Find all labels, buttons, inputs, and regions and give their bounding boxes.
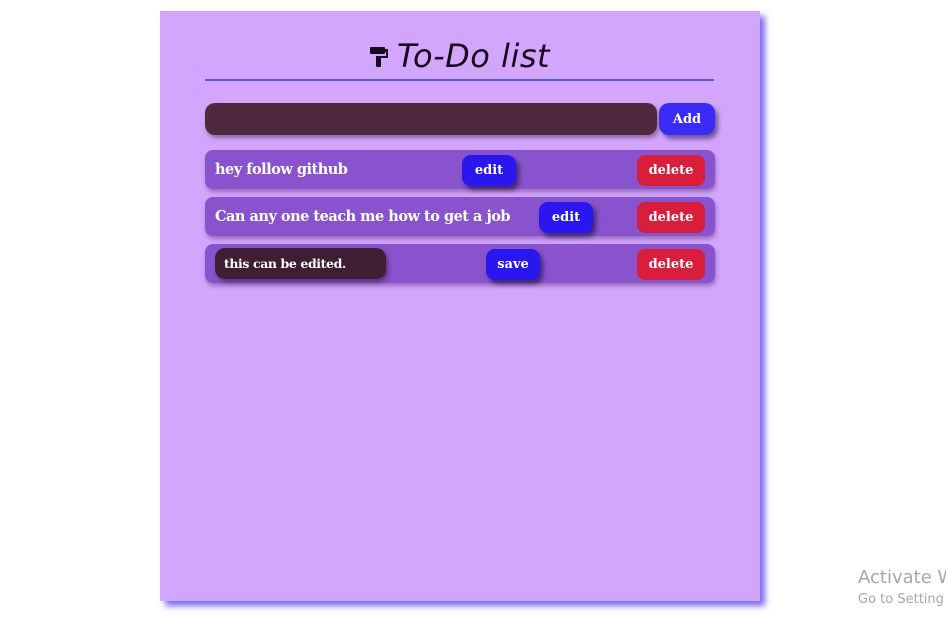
activation-watermark: Activate W Go to Setting [858, 566, 946, 610]
todo-list: hey follow github edit delete Can any on… [205, 150, 715, 291]
todo-item: Can any one teach me how to get a job ed… [205, 197, 715, 236]
todo-text: Can any one teach me how to get a job [215, 208, 511, 225]
new-task-row: Add [205, 103, 715, 137]
watermark-subtitle: Go to Setting [858, 592, 944, 607]
edit-task-input[interactable] [215, 248, 386, 279]
save-button[interactable]: save [486, 249, 540, 280]
todo-item: hey follow github edit delete [205, 150, 715, 189]
todo-item-editing: save delete [205, 244, 715, 283]
todo-text: hey follow github [215, 161, 348, 178]
paint-roller-icon [369, 47, 388, 67]
todo-card: To-Do list Add hey follow github edit de… [160, 11, 760, 601]
delete-button[interactable]: delete [637, 155, 705, 186]
new-task-input[interactable] [205, 103, 657, 135]
header: To-Do list [205, 33, 714, 81]
delete-button[interactable]: delete [637, 202, 705, 233]
add-button[interactable]: Add [659, 103, 715, 135]
edit-button[interactable]: edit [462, 155, 516, 186]
delete-button[interactable]: delete [637, 249, 705, 280]
edit-button[interactable]: edit [539, 202, 593, 233]
page-title: To-Do list [396, 37, 551, 75]
watermark-title: Activate W [858, 567, 946, 588]
